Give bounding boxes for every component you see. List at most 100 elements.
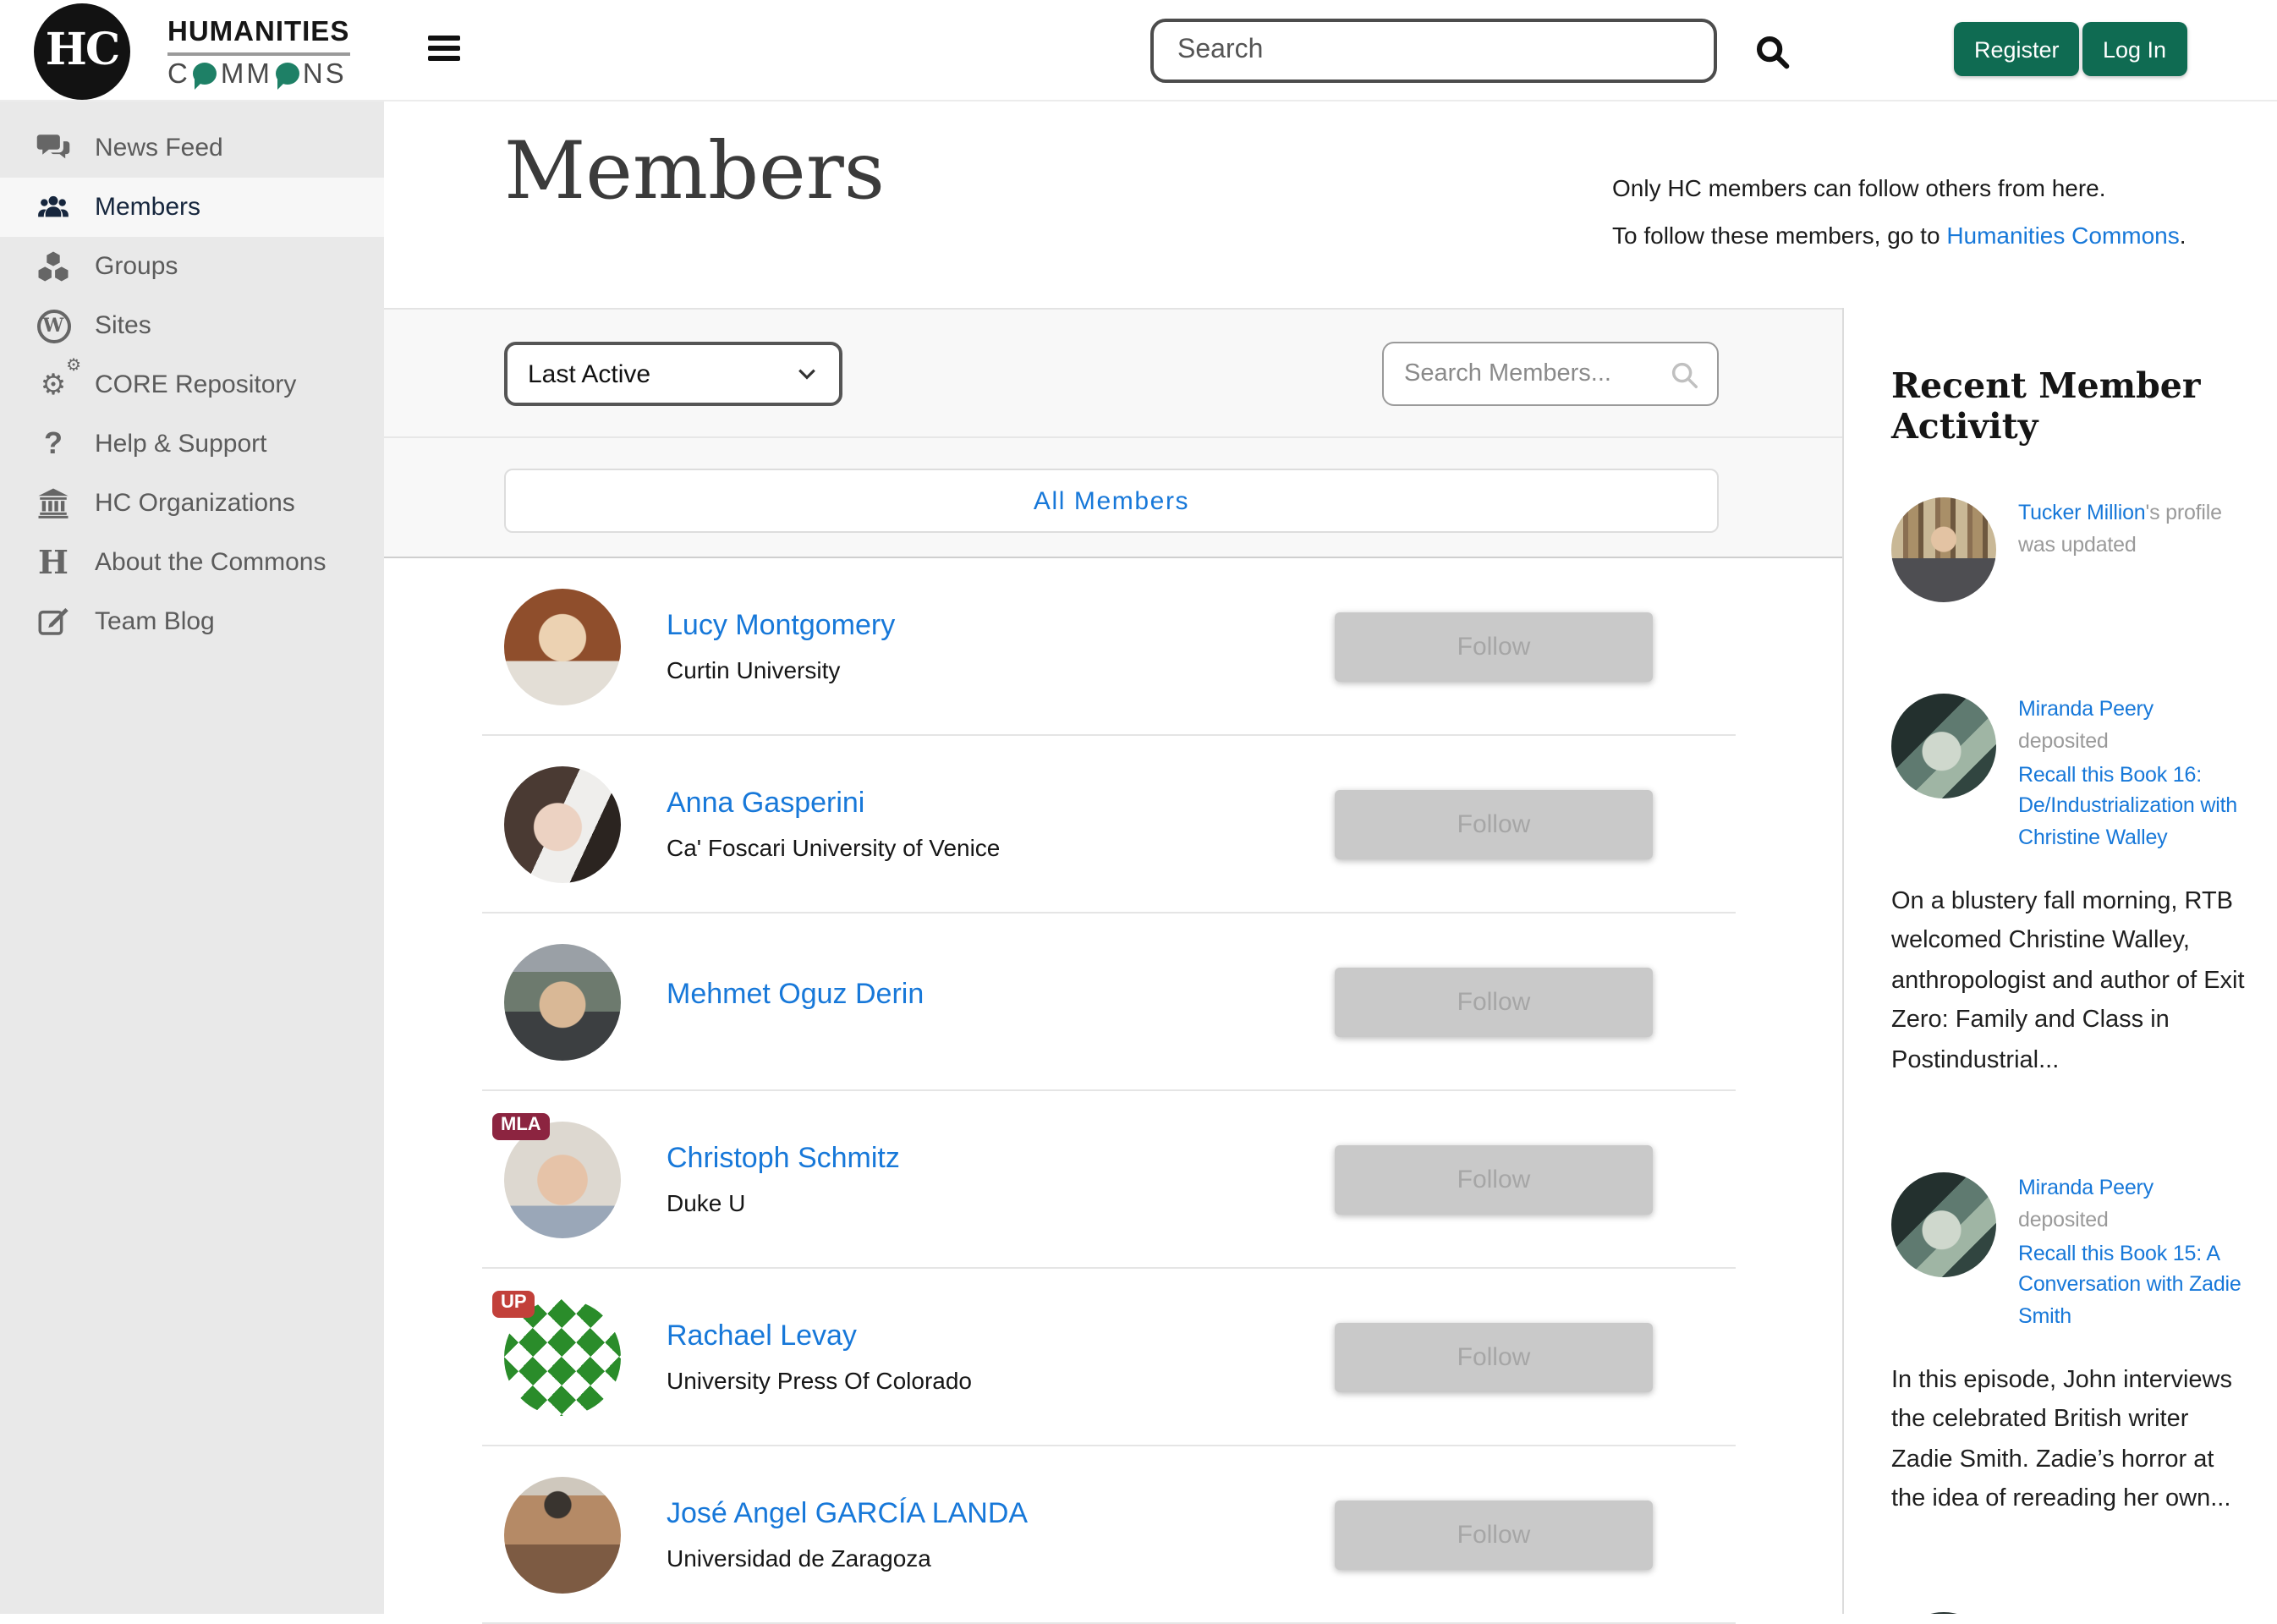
activity-deposit-link[interactable]: Recall this Book 16: De/Industrializatio… — [2018, 759, 2247, 854]
sidebar-item-news-feed[interactable]: News Feed — [0, 118, 384, 178]
sidebar-item-about-the-commons[interactable]: H About the Commons — [0, 533, 384, 592]
mla-badge: MLA — [492, 1112, 550, 1139]
member-row: José Angel GARCÍA LANDA Universidad de Z… — [482, 1446, 1736, 1624]
activity-action: deposited — [2018, 1208, 2109, 1232]
sidebar-item-label: CORE Repository — [95, 370, 296, 399]
logo-line2: CMMNS — [167, 60, 349, 88]
avatar[interactable] — [504, 765, 621, 882]
cubes-icon — [34, 247, 73, 286]
activity-item: Miranda Peery deposited Recall this Book… — [1891, 1172, 2247, 1520]
avatar[interactable]: MLA — [504, 1121, 621, 1237]
filter-bar: Last Active — [384, 308, 1842, 438]
member-list: Lucy Montgomery Curtin University Follow… — [384, 558, 1842, 1624]
humanities-commons-link[interactable]: Humanities Commons — [1946, 222, 2179, 249]
bank-icon — [34, 484, 73, 523]
sidebar-item-label: Groups — [95, 252, 178, 281]
speech-bubble-icon — [276, 63, 299, 85]
member-affiliation: University Press Of Colorado — [667, 1367, 1335, 1394]
sidebar-item-groups[interactable]: Groups — [0, 237, 384, 296]
sidebar: News Feed Members Groups W Sites ⚙⚙ CORE… — [0, 102, 384, 1614]
up-badge: UP — [492, 1290, 535, 1317]
member-row: Lucy Montgomery Curtin University Follow — [482, 558, 1736, 736]
speech-bubble-icon — [194, 63, 217, 85]
member-name-link[interactable]: Anna Gasperini — [667, 787, 864, 820]
sidebar-item-core-repository[interactable]: ⚙⚙ CORE Repository — [0, 355, 384, 414]
login-button[interactable]: Log In — [2082, 22, 2186, 76]
recent-activity-panel: Recent Member Activity Tucker Million's … — [1842, 308, 2277, 1614]
tab-all-members[interactable]: All Members — [504, 469, 1719, 533]
activity-item: Miranda Peery deposited Recall this Book… — [1891, 694, 2247, 1081]
sidebar-item-hc-organizations[interactable]: HC Organizations — [0, 474, 384, 533]
sort-order-select[interactable]: Last Active — [504, 342, 842, 406]
member-name-link[interactable]: Mehmet Oguz Derin — [667, 978, 924, 1012]
members-search-box — [1382, 342, 1719, 406]
avatar[interactable]: UP — [504, 1298, 621, 1415]
activity-item: Tucker Million's profile was updated — [1891, 497, 2247, 602]
follow-notice: Only HC members can follow others from h… — [1612, 174, 2186, 269]
humanities-commons-logo[interactable]: HUMANITIES CMMNS — [167, 19, 349, 88]
activity-excerpt: On a blustery fall morning, RTB welcomed… — [1891, 883, 2247, 1082]
pencil-square-icon — [34, 602, 73, 641]
follow-button[interactable]: Follow — [1335, 1144, 1653, 1214]
avatar[interactable] — [1891, 694, 1996, 798]
follow-button[interactable]: Follow — [1335, 1322, 1653, 1391]
member-name-link[interactable]: Rachael Levay — [667, 1320, 857, 1353]
members-search-icon[interactable] — [1668, 358, 1700, 390]
member-affiliation: Curtin University — [667, 656, 1335, 683]
follow-button[interactable]: Follow — [1335, 1500, 1653, 1569]
gears-icon: ⚙⚙ — [34, 365, 73, 404]
member-name-link[interactable]: Christoph Schmitz — [667, 1142, 900, 1176]
activity-excerpt: In this episode, John interviews the cel… — [1891, 1362, 2247, 1521]
wordpress-icon: W — [34, 306, 73, 345]
follow-button[interactable]: Follow — [1335, 612, 1653, 681]
h-icon: H — [34, 543, 73, 582]
activity-deposit-link[interactable]: Recall this Book 15: A Conversation with… — [2018, 1237, 2247, 1333]
avatar[interactable] — [504, 1476, 621, 1593]
sidebar-item-team-blog[interactable]: Team Blog — [0, 592, 384, 651]
member-row: Anna Gasperini Ca' Foscari University of… — [482, 736, 1736, 914]
humanities-commons-members-page: HC HUMANITIES CMMNS Register Log In News… — [0, 0, 2277, 1614]
sort-order-value: Last Active — [528, 359, 650, 388]
register-button[interactable]: Register — [1954, 22, 2080, 76]
member-affiliation: Universidad de Zaragoza — [667, 1544, 1335, 1572]
sidebar-item-label: Team Blog — [95, 607, 215, 636]
notice-line2: To follow these members, go to Humanitie… — [1612, 222, 2186, 249]
activity-actor-link[interactable]: Miranda Peery — [2018, 1176, 2154, 1199]
member-affiliation: Duke U — [667, 1189, 1335, 1216]
avatar[interactable] — [504, 588, 621, 705]
activity-actor-link[interactable]: Tucker Million — [2018, 501, 2146, 524]
member-affiliation: Ca' Foscari University of Venice — [667, 834, 1335, 861]
activity-actor-link[interactable]: Miranda Peery — [2018, 697, 2154, 721]
member-row: UP Rachael Levay University Press Of Col… — [482, 1269, 1736, 1446]
search-icon[interactable] — [1753, 32, 1791, 71]
notice-line1: Only HC members can follow others from h… — [1612, 174, 2186, 201]
member-row: MLA Christoph Schmitz Duke U Follow — [482, 1091, 1736, 1269]
chevron-down-icon — [795, 362, 819, 386]
top-header: HC HUMANITIES CMMNS Register Log In — [0, 0, 2277, 102]
sidebar-item-label: News Feed — [95, 134, 223, 162]
follow-button[interactable]: Follow — [1335, 789, 1653, 859]
menu-toggle-button[interactable] — [428, 36, 460, 66]
sidebar-item-sites[interactable]: W Sites — [0, 296, 384, 355]
member-row: Mehmet Oguz Derin Follow — [482, 914, 1736, 1091]
follow-button[interactable]: Follow — [1335, 967, 1653, 1036]
sidebar-item-label: About the Commons — [95, 548, 326, 577]
activity-heading: Recent Member Activity — [1891, 365, 2247, 447]
page-title: Members — [504, 125, 885, 218]
comments-icon — [34, 129, 73, 167]
avatar[interactable] — [1891, 1172, 1996, 1277]
logo-line1: HUMANITIES — [167, 19, 349, 55]
sidebar-item-label: Help & Support — [95, 430, 266, 458]
sidebar-item-members[interactable]: Members — [0, 178, 384, 237]
avatar[interactable] — [504, 943, 621, 1060]
question-icon: ? — [34, 425, 73, 464]
members-search-input[interactable] — [1384, 360, 1668, 387]
avatar[interactable] — [1891, 497, 1996, 602]
member-name-link[interactable]: Lucy Montgomery — [667, 609, 895, 643]
sidebar-item-label: Members — [95, 193, 200, 222]
hc-logo[interactable]: HC — [34, 3, 130, 100]
sidebar-item-help-support[interactable]: ? Help & Support — [0, 414, 384, 474]
site-search-input[interactable] — [1150, 19, 1717, 83]
member-name-link[interactable]: José Angel GARCÍA LANDA — [667, 1497, 1028, 1531]
activity-action: deposited — [2018, 729, 2109, 753]
